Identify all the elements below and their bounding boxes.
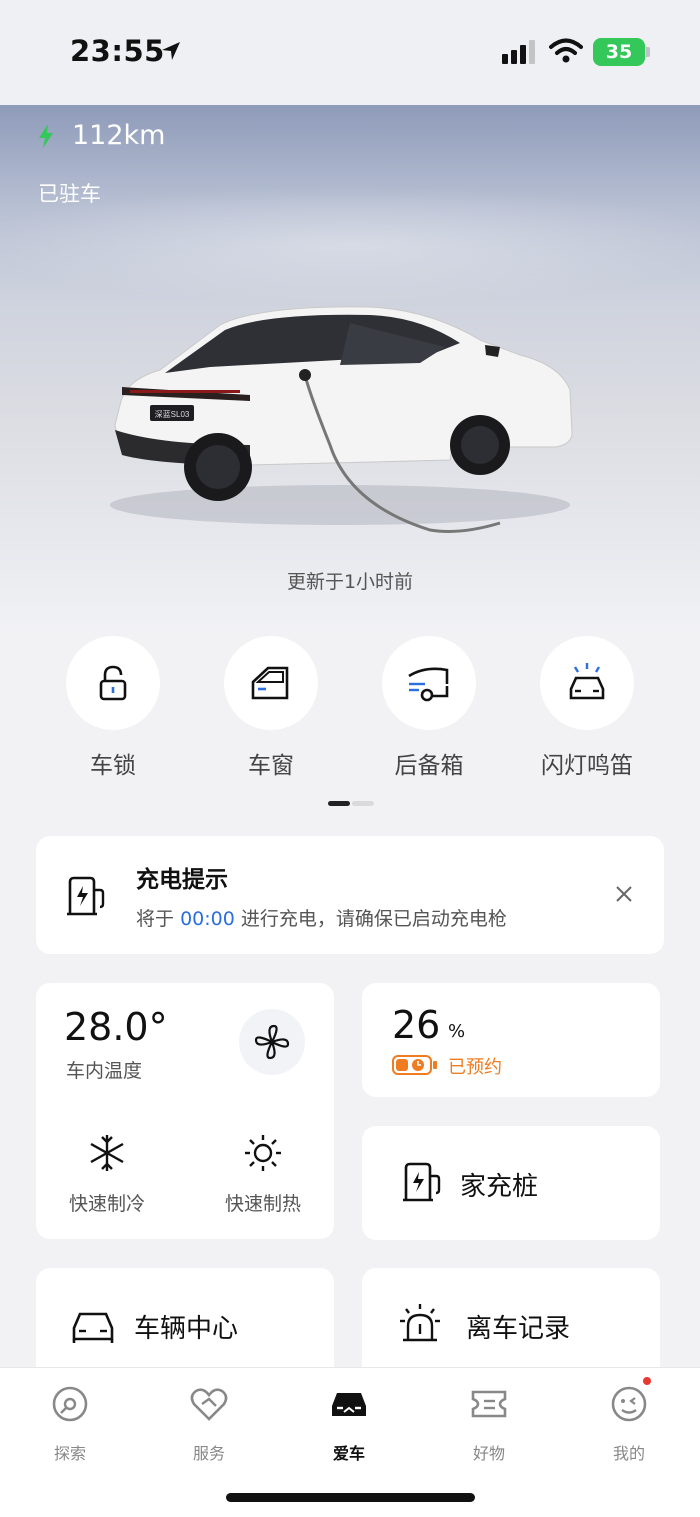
tab-shop[interactable]: 好物 <box>439 1384 539 1464</box>
quick-heat-button[interactable]: 快速制热 <box>218 1133 308 1216</box>
explore-icon <box>52 1386 88 1422</box>
vehicle-center-label: 车辆中心 <box>134 1314 239 1344</box>
leave-record-label: 离车记录 <box>466 1314 571 1344</box>
battery-indicator: 35 <box>593 38 645 66</box>
scheduled-charge-icon <box>392 1055 437 1075</box>
flash-horn-control[interactable]: 闪灯鸣笛 <box>517 636 657 780</box>
wifi-icon <box>549 38 583 63</box>
vehicle-hero: 112km 已驻车 深蓝SL03 更新于1小时前 <box>0 105 700 625</box>
page-indicator <box>328 801 374 807</box>
tab-shop-label: 好物 <box>472 1444 505 1463</box>
range-row: 112km <box>38 120 165 151</box>
trunk-control[interactable]: 后备箱 <box>359 636 499 780</box>
trunk-label: 后备箱 <box>394 753 464 779</box>
tab-my-car-label: 爱车 <box>332 1444 365 1463</box>
tab-service-label: 服务 <box>192 1444 225 1463</box>
page-dot[interactable] <box>352 801 374 806</box>
cabin-temperature-label: 车内温度 <box>66 1060 143 1082</box>
quick-heat-label: 快速制热 <box>224 1193 301 1215</box>
quick-controls: 车锁 车窗 后备箱 闪灯鸣笛 <box>38 636 668 786</box>
home-charger-card[interactable]: 家充桩 <box>362 1126 660 1240</box>
notice-text: 将于 00:00 进行充电，请确保已启动充电枪 <box>136 904 507 931</box>
window-icon <box>251 666 289 700</box>
battery-percent-unit: % <box>448 1021 466 1042</box>
home-indicator[interactable] <box>226 1493 475 1502</box>
notice-time: 00:00 <box>180 908 235 930</box>
notification-badge <box>643 1377 651 1385</box>
flash-horn-button[interactable] <box>540 636 634 730</box>
fan-button[interactable] <box>239 1009 305 1075</box>
alarm-light-icon <box>400 1304 440 1342</box>
parking-status: 已驻车 <box>38 182 101 206</box>
trunk-icon <box>408 667 449 702</box>
car-badge: 深蓝SL03 <box>155 409 190 419</box>
fan-icon <box>254 1024 290 1060</box>
status-time: 23:55 <box>70 34 165 68</box>
tab-profile-label: 我的 <box>612 1444 645 1463</box>
car-icon <box>332 1393 366 1416</box>
quick-cool-button[interactable]: 快速制冷 <box>62 1133 152 1216</box>
lock-button[interactable] <box>66 636 160 730</box>
vehicle-icon <box>72 1312 114 1343</box>
update-time: 更新于1小时前 <box>286 571 414 593</box>
notice-title: 充电提示 <box>136 867 228 893</box>
tab-explore-label: 探索 <box>53 1444 86 1463</box>
window-button[interactable] <box>224 636 318 730</box>
schedule-status: 已预约 <box>448 1057 502 1078</box>
charging-station-icon <box>67 876 105 916</box>
location-arrow-icon <box>162 42 180 60</box>
status-bar: 23:55 35 <box>0 0 700 105</box>
flash-horn-icon <box>569 663 605 700</box>
cellular-signal-icon <box>502 40 535 64</box>
tab-service[interactable]: 服务 <box>159 1384 259 1464</box>
cabin-temperature: 28.0° <box>64 1005 168 1049</box>
lock-control[interactable]: 车锁 <box>43 636 183 780</box>
snowflake-icon <box>90 1135 124 1171</box>
tab-explore[interactable]: 探索 <box>20 1384 120 1464</box>
battery-tip <box>646 47 650 57</box>
shop-icon <box>471 1390 507 1418</box>
battery-level-card[interactable]: 26 % 已预约 <box>362 983 660 1097</box>
service-icon <box>190 1388 228 1421</box>
notice-suffix: 进行充电，请确保已启动充电枪 <box>240 908 507 930</box>
home-charger-icon <box>403 1162 441 1202</box>
climate-card[interactable]: 28.0° 车内温度 快速制冷 快速制热 <box>36 983 334 1239</box>
tab-profile[interactable]: 我的 <box>579 1384 679 1464</box>
notice-prefix: 将于 <box>136 908 175 930</box>
charging-notice-card[interactable]: 充电提示 将于 00:00 进行充电，请确保已启动充电枪 <box>36 836 664 954</box>
home-charger-label: 家充桩 <box>460 1172 539 1202</box>
battery-percent-value: 26 <box>392 1003 441 1047</box>
flash-horn-label: 闪灯鸣笛 <box>541 753 633 779</box>
car-image[interactable]: 深蓝SL03 <box>100 295 600 555</box>
window-control[interactable]: 车窗 <box>201 636 341 780</box>
tab-my-car[interactable]: 爱车 <box>299 1384 399 1464</box>
app-screen: 23:55 35 112km 已驻车 深蓝SL03 更新于1小时前 车锁 车窗 … <box>0 0 700 1517</box>
window-label: 车窗 <box>248 753 294 779</box>
range-value: 112km <box>72 120 166 151</box>
lock-label: 车锁 <box>90 753 136 779</box>
quick-cool-label: 快速制冷 <box>68 1193 145 1215</box>
close-icon[interactable] <box>614 884 634 904</box>
trunk-button[interactable] <box>382 636 476 730</box>
lock-icon <box>99 665 127 701</box>
profile-icon <box>611 1386 647 1422</box>
hero-backdrop <box>0 185 700 305</box>
charging-bolt-icon <box>39 123 53 148</box>
sun-icon <box>245 1135 281 1171</box>
page-dot-active <box>328 801 350 806</box>
